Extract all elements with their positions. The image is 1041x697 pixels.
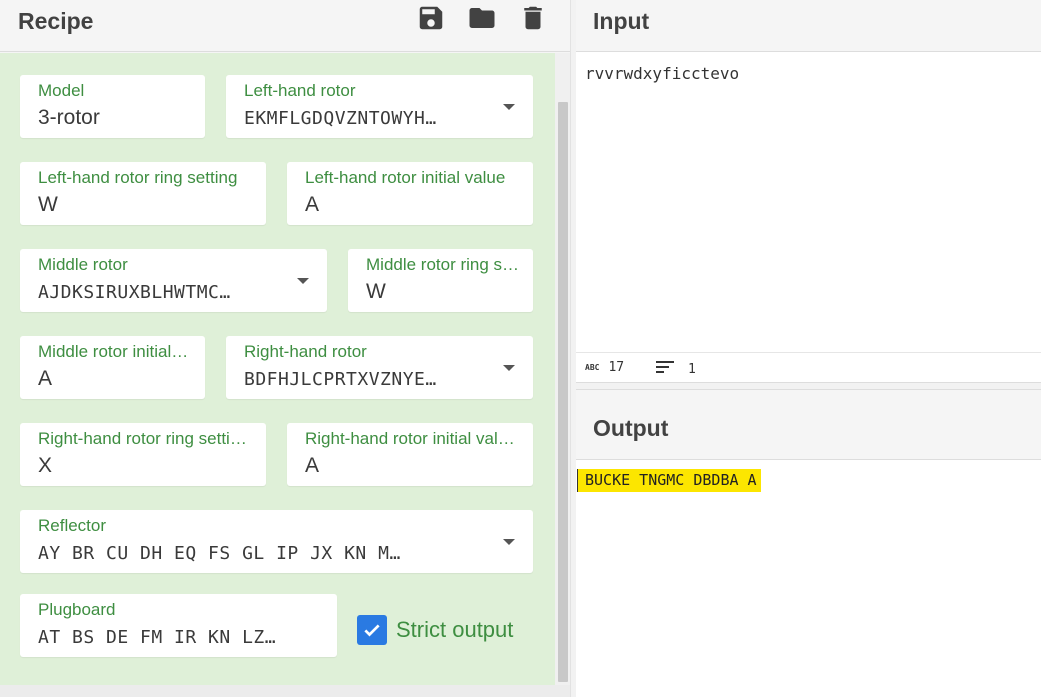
middle-initial-value-value: A: [38, 367, 53, 390]
model-value: 3-rotor: [38, 106, 100, 129]
left-ring-setting-value: W: [38, 193, 58, 216]
reflector-value: AY BR CU DH EQ FS GL IP JX KN M…: [38, 543, 401, 564]
right-initial-value-field[interactable]: Right-hand rotor initial val… A: [287, 423, 533, 486]
right-rotor-label: Right-hand rotor: [244, 342, 367, 361]
input-header: Input: [576, 0, 1041, 52]
right-ring-setting-field[interactable]: Right-hand rotor ring setti… X: [20, 423, 266, 486]
middle-ring-setting-value: W: [366, 280, 386, 303]
input-status-bar: ABC 17 1: [576, 352, 1041, 382]
lines-indicator: 1: [656, 360, 696, 378]
save-icon[interactable]: [416, 3, 446, 33]
length-indicator: ABC 17: [585, 360, 624, 375]
enigma-operation: Model 3-rotor Left-hand rotor EKMFLGDQVZ…: [0, 53, 555, 685]
strict-output-label: Strict output: [396, 617, 514, 642]
left-ring-setting-field[interactable]: Left-hand rotor ring setting W: [20, 162, 266, 225]
folder-icon[interactable]: [467, 3, 497, 33]
right-ring-setting-value: X: [38, 454, 53, 477]
chevron-down-icon[interactable]: [503, 104, 515, 110]
right-initial-value-value: A: [305, 454, 320, 477]
input-textarea[interactable]: rvvrwdxyficctevo: [585, 64, 739, 83]
left-ring-setting-label: Left-hand rotor ring setting: [38, 168, 238, 187]
pane-resize-handle[interactable]: [570, 0, 576, 697]
checkbox-checked-icon[interactable]: [357, 615, 387, 645]
chevron-down-icon[interactable]: [503, 539, 515, 545]
reflector-select[interactable]: Reflector AY BR CU DH EQ FS GL IP JX KN …: [20, 510, 533, 573]
model-select[interactable]: Model 3-rotor: [20, 75, 205, 138]
left-initial-value-label: Left-hand rotor initial value: [305, 168, 506, 187]
recipe-footer-strip: [0, 685, 570, 697]
recipe-scrollbar-thumb[interactable]: [558, 102, 568, 682]
plugboard-field[interactable]: Plugboard AT BS DE FM IR KN LZ…: [20, 594, 337, 657]
plugboard-label: Plugboard: [38, 600, 116, 619]
reflector-label: Reflector: [38, 516, 107, 535]
recipe-header: Recipe: [0, 0, 570, 52]
lines-icon: [656, 360, 676, 378]
left-initial-value-value: A: [305, 193, 320, 216]
middle-rotor-value: AJDKSIRUXBLHWTMC…: [38, 282, 231, 303]
io-resize-handle[interactable]: [576, 382, 1041, 390]
lines-value: 1: [688, 361, 696, 377]
output-text[interactable]: BUCKE TNGMC DBDBA A: [577, 469, 761, 492]
abc-icon: ABC: [585, 363, 600, 372]
recipe-title: Recipe: [18, 8, 94, 34]
strict-output-checkbox[interactable]: Strict output: [357, 614, 513, 646]
output-title: Output: [593, 415, 669, 441]
right-rotor-value: BDFHJLCPRTXVZNYE…: [244, 369, 437, 390]
left-rotor-value: EKMFLGDQVZNTOWYH…: [244, 108, 437, 129]
left-rotor-select[interactable]: Left-hand rotor EKMFLGDQVZNTOWYH…: [226, 75, 533, 138]
length-value: 17: [608, 360, 625, 375]
chevron-down-icon[interactable]: [503, 365, 515, 371]
recipe-pane: Recipe Model 3-rotor Left-hand rotor EKM…: [0, 0, 570, 697]
right-ring-setting-label: Right-hand rotor ring setti…: [38, 429, 247, 448]
middle-rotor-label: Middle rotor: [38, 255, 128, 274]
middle-initial-value-field[interactable]: Middle rotor initial… A: [20, 336, 205, 399]
right-rotor-select[interactable]: Right-hand rotor BDFHJLCPRTXVZNYE…: [226, 336, 533, 399]
middle-ring-setting-label: Middle rotor ring s…: [366, 255, 520, 274]
middle-initial-value-label: Middle rotor initial…: [38, 342, 189, 361]
left-rotor-label: Left-hand rotor: [244, 81, 356, 100]
chevron-down-icon[interactable]: [297, 278, 309, 284]
right-initial-value-label: Right-hand rotor initial val…: [305, 429, 515, 448]
middle-rotor-select[interactable]: Middle rotor AJDKSIRUXBLHWTMC…: [20, 249, 327, 312]
output-header: Output: [576, 390, 1041, 460]
plugboard-value: AT BS DE FM IR KN LZ…: [38, 627, 277, 648]
middle-ring-setting-field[interactable]: Middle rotor ring s… W: [348, 249, 533, 312]
input-title: Input: [593, 8, 650, 34]
trash-icon[interactable]: [518, 3, 548, 33]
left-initial-value-field[interactable]: Left-hand rotor initial value A: [287, 162, 533, 225]
model-label: Model: [38, 81, 85, 100]
